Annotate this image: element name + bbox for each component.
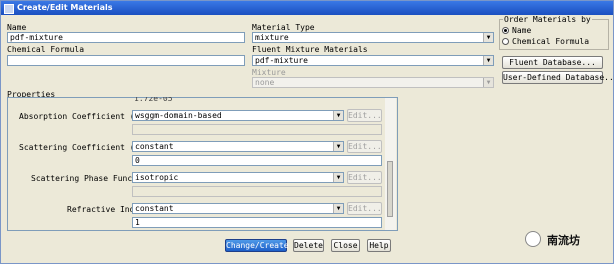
chevron-down-icon: ▼ [483, 56, 493, 65]
absorption-coefficient-value-field [132, 124, 382, 135]
material-type-label: Material Type [252, 23, 315, 32]
properties-scrollbar[interactable] [385, 98, 396, 230]
close-button[interactable]: Close [331, 239, 360, 252]
refractive-index-value-field[interactable]: 1 [132, 217, 382, 228]
user-defined-database-button[interactable]: User-Defined Database... [502, 71, 613, 84]
refractive-index-method: constant [135, 204, 174, 213]
chemical-formula-field[interactable] [7, 55, 245, 66]
scattering-phase-function-edit-button[interactable]: Edit... [347, 171, 382, 184]
refractive-index-edit-button[interactable]: Edit... [347, 202, 382, 215]
title-bar: Create/Edit Materials [1, 1, 613, 15]
mixture-select: none ▼ [252, 77, 494, 88]
watermark-text: 南流坊 [547, 234, 580, 247]
name-field[interactable]: pdf-mixture [7, 32, 245, 43]
create-edit-materials-window: Create/Edit Materials Name pdf-mixture C… [0, 0, 614, 264]
absorption-coefficient-method: wsggm-domain-based [135, 111, 222, 120]
scattering-phase-function-select[interactable]: isotropic ▼ [132, 172, 344, 183]
fluent-mixture-materials-select[interactable]: pdf-mixture ▼ [252, 55, 494, 66]
app-icon [4, 4, 14, 14]
order-by-chemical-formula-label: Chemical Formula [512, 37, 590, 46]
help-button[interactable]: Help [367, 239, 391, 252]
chemical-formula-label: Chemical Formula [7, 45, 85, 54]
refractive-index-select[interactable]: constant ▼ [132, 203, 344, 214]
chevron-down-icon: ▼ [333, 111, 343, 120]
chevron-down-icon: ▼ [483, 78, 493, 87]
order-by-chemical-formula-radio[interactable] [502, 38, 509, 45]
chat-bubble-icon [525, 231, 541, 247]
scattering-phase-function-value-field [132, 186, 382, 197]
change-create-button[interactable]: Change/Create [225, 239, 289, 252]
absorption-coefficient-select[interactable]: wsggm-domain-based ▼ [132, 110, 344, 121]
watermark: 南流坊 [525, 229, 605, 249]
material-type-value: mixture [255, 33, 289, 42]
fluent-mixture-materials-label: Fluent Mixture Materials [252, 45, 368, 54]
clipped-value: 1.72e-05 [134, 97, 173, 102]
scattering-phase-function-method: isotropic [135, 173, 179, 182]
order-materials-label: Order Materials by [503, 15, 592, 24]
chevron-down-icon: ▼ [333, 142, 343, 151]
chevron-down-icon: ▼ [483, 33, 493, 42]
absorption-coefficient-edit-button[interactable]: Edit... [347, 109, 382, 122]
order-by-name-label: Name [512, 26, 532, 35]
properties-scrollbar-thumb[interactable] [387, 161, 393, 217]
scattering-coefficient-method: constant [135, 142, 174, 151]
delete-button[interactable]: Delete [293, 239, 324, 252]
window-title: Create/Edit Materials [17, 3, 113, 12]
order-by-name-radio[interactable] [502, 27, 509, 34]
mixture-value: none [255, 78, 275, 87]
chevron-down-icon: ▼ [333, 204, 343, 213]
scattering-coefficient-edit-button[interactable]: Edit... [347, 140, 382, 153]
fluent-database-button[interactable]: Fluent Database... [502, 56, 603, 69]
scattering-coefficient-select[interactable]: constant ▼ [132, 141, 344, 152]
chevron-down-icon: ▼ [333, 173, 343, 182]
mixture-label: Mixture [252, 68, 286, 77]
name-label: Name [7, 23, 27, 32]
fluent-mixture-materials-value: pdf-mixture [255, 56, 308, 65]
material-type-select[interactable]: mixture ▼ [252, 32, 494, 43]
scattering-coefficient-value-field[interactable]: 0 [132, 155, 382, 166]
